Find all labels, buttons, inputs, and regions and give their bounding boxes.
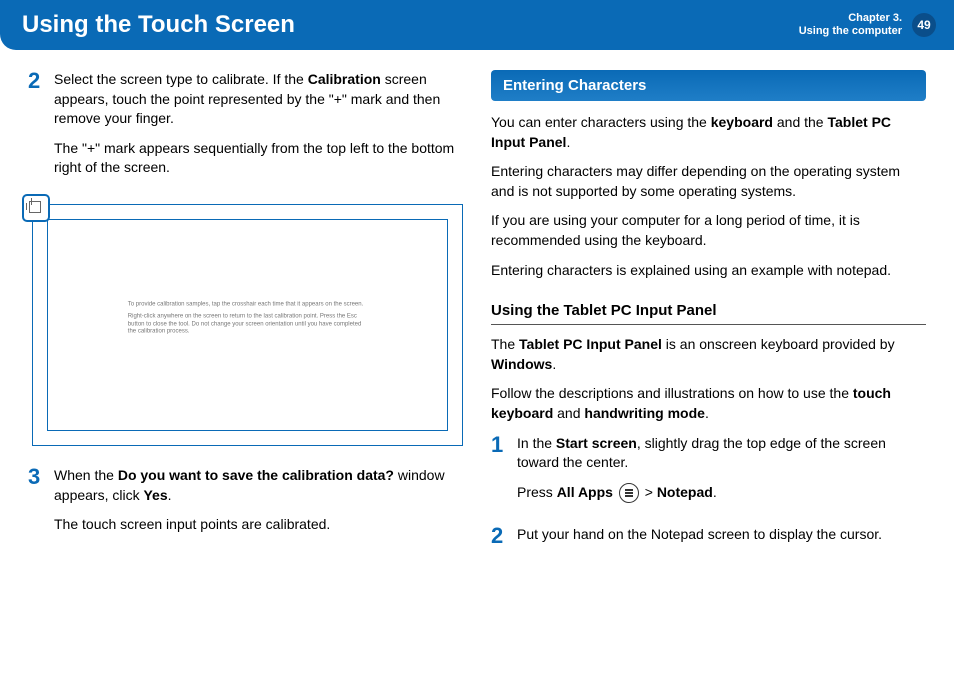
rstep2-p1: Put your hand on the Notepad screen to d… [517, 525, 882, 545]
section-banner: Entering Characters [491, 70, 926, 101]
right-p2: Entering characters may differ depending… [491, 162, 926, 201]
rstep1-p1: In the Start screen, slightly drag the t… [517, 434, 926, 473]
right-step-2: 2 Put your hand on the Notepad screen to… [491, 525, 926, 555]
calibration-corner-icon [22, 194, 50, 222]
step-body: Select the screen type to calibrate. If … [54, 70, 463, 188]
step3-paragraph2: The touch screen input points are calibr… [54, 515, 463, 535]
all-apps-icon [619, 483, 639, 503]
step-body: When the Do you want to save the calibra… [54, 466, 463, 545]
page-title: Using the Touch Screen [22, 11, 295, 39]
step-body: In the Start screen, slightly drag the t… [517, 434, 926, 513]
chapter-number: Chapter 3. [799, 12, 902, 25]
page-number-badge: 49 [912, 13, 936, 37]
step2-paragraph2: The "+" mark appears sequentially from t… [54, 139, 463, 178]
screenshot-inner-frame: To provide calibration samples, tap the … [47, 219, 448, 431]
page-header: Using the Touch Screen Chapter 3. Using … [0, 0, 954, 50]
content-columns: 2 Select the screen type to calibrate. I… [0, 50, 954, 567]
right-p1: You can enter characters using the keybo… [491, 113, 926, 152]
step-2: 2 Select the screen type to calibrate. I… [28, 70, 463, 188]
step-number: 3 [28, 466, 44, 545]
screenshot-instruction-text: To provide calibration samples, tap the … [128, 301, 367, 340]
header-right: Chapter 3. Using the computer 49 [799, 12, 936, 38]
step-3: 3 When the Do you want to save the calib… [28, 466, 463, 545]
right-p4: Entering characters is explained using a… [491, 261, 926, 281]
chapter-info: Chapter 3. Using the computer [799, 12, 902, 38]
step2-paragraph1: Select the screen type to calibrate. If … [54, 70, 463, 129]
rstep1-p2: Press All Apps > Notepad. [517, 483, 926, 503]
right-p3: If you are using your computer for a lon… [491, 211, 926, 250]
step3-paragraph1: When the Do you want to save the calibra… [54, 466, 463, 505]
sub-p1: The Tablet PC Input Panel is an onscreen… [491, 335, 926, 374]
subheading: Using the Tablet PC Input Panel [491, 300, 926, 325]
step-body: Put your hand on the Notepad screen to d… [517, 525, 882, 555]
right-column: Entering Characters You can enter charac… [491, 70, 926, 567]
left-column: 2 Select the screen type to calibrate. I… [28, 70, 463, 567]
right-step-1: 1 In the Start screen, slightly drag the… [491, 434, 926, 513]
chapter-title: Using the computer [799, 25, 902, 38]
step-number: 2 [28, 70, 44, 188]
calibration-screenshot: To provide calibration samples, tap the … [28, 200, 463, 450]
step-number: 2 [491, 525, 507, 555]
sub-p2: Follow the descriptions and illustration… [491, 384, 926, 423]
step-number: 1 [491, 434, 507, 513]
screenshot-outer-frame: To provide calibration samples, tap the … [32, 204, 463, 446]
